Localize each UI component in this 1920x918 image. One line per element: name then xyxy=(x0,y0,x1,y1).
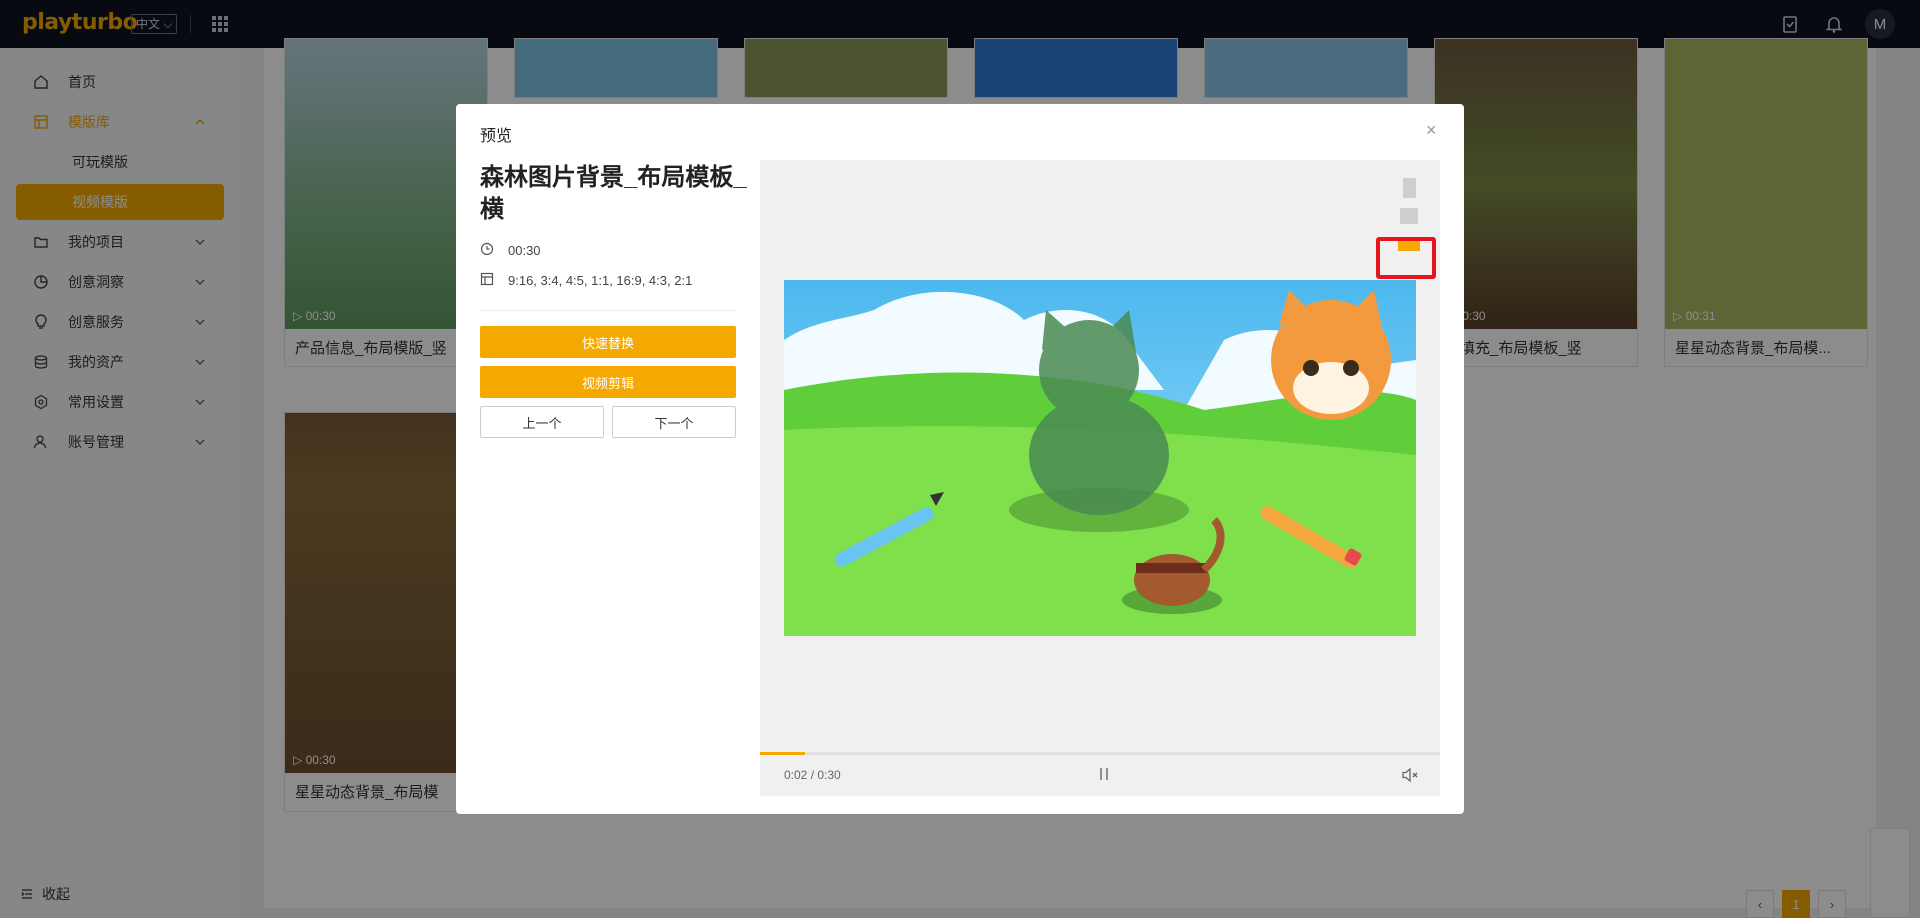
clock-icon xyxy=(480,242,496,258)
progress-fill xyxy=(760,752,806,755)
divider xyxy=(480,310,736,311)
next-button[interactable]: 下一个 xyxy=(612,406,736,438)
video-player: 0:02 / 0:30 xyxy=(760,160,1440,796)
mute-button[interactable] xyxy=(1400,765,1420,785)
preview-modal: 预览 × 森林图片背景_布局模板_横 00:30 9:16, 3:4, 4:5,… xyxy=(456,104,1464,814)
quick-replace-button[interactable]: 快速替换 xyxy=(480,326,736,358)
duration-value: 00:30 xyxy=(508,242,541,258)
video-edit-button[interactable]: 视频剪辑 xyxy=(480,366,736,398)
template-name: 森林图片背景_布局模板_横 xyxy=(480,164,747,223)
previous-button[interactable]: 上一个 xyxy=(480,406,604,438)
pause-button[interactable] xyxy=(1096,764,1112,784)
portrait-ratio-icon xyxy=(1402,178,1416,198)
muted-speaker-icon xyxy=(1402,767,1418,783)
ratio-portrait-button[interactable] xyxy=(1392,176,1426,200)
video-frame[interactable] xyxy=(784,280,1416,636)
close-icon[interactable]: × xyxy=(1426,121,1442,139)
ratio-square-button[interactable] xyxy=(1392,204,1426,228)
ratios-row: 9:16, 3:4, 4:5, 1:1, 16:9, 4:3, 2:1 xyxy=(480,272,692,288)
duration-row: 00:30 xyxy=(480,242,541,258)
modal-title: 预览 xyxy=(480,128,513,145)
square-ratio-icon xyxy=(1400,208,1418,224)
layout-icon xyxy=(480,272,496,288)
progress-bar[interactable] xyxy=(760,752,1440,755)
pause-icon xyxy=(1100,768,1108,780)
ratios-value: 9:16, 3:4, 4:5, 1:1, 16:9, 4:3, 2:1 xyxy=(508,272,693,288)
selected-ratio-highlight xyxy=(1376,237,1436,279)
time-display: 0:02 / 0:30 xyxy=(784,768,841,782)
